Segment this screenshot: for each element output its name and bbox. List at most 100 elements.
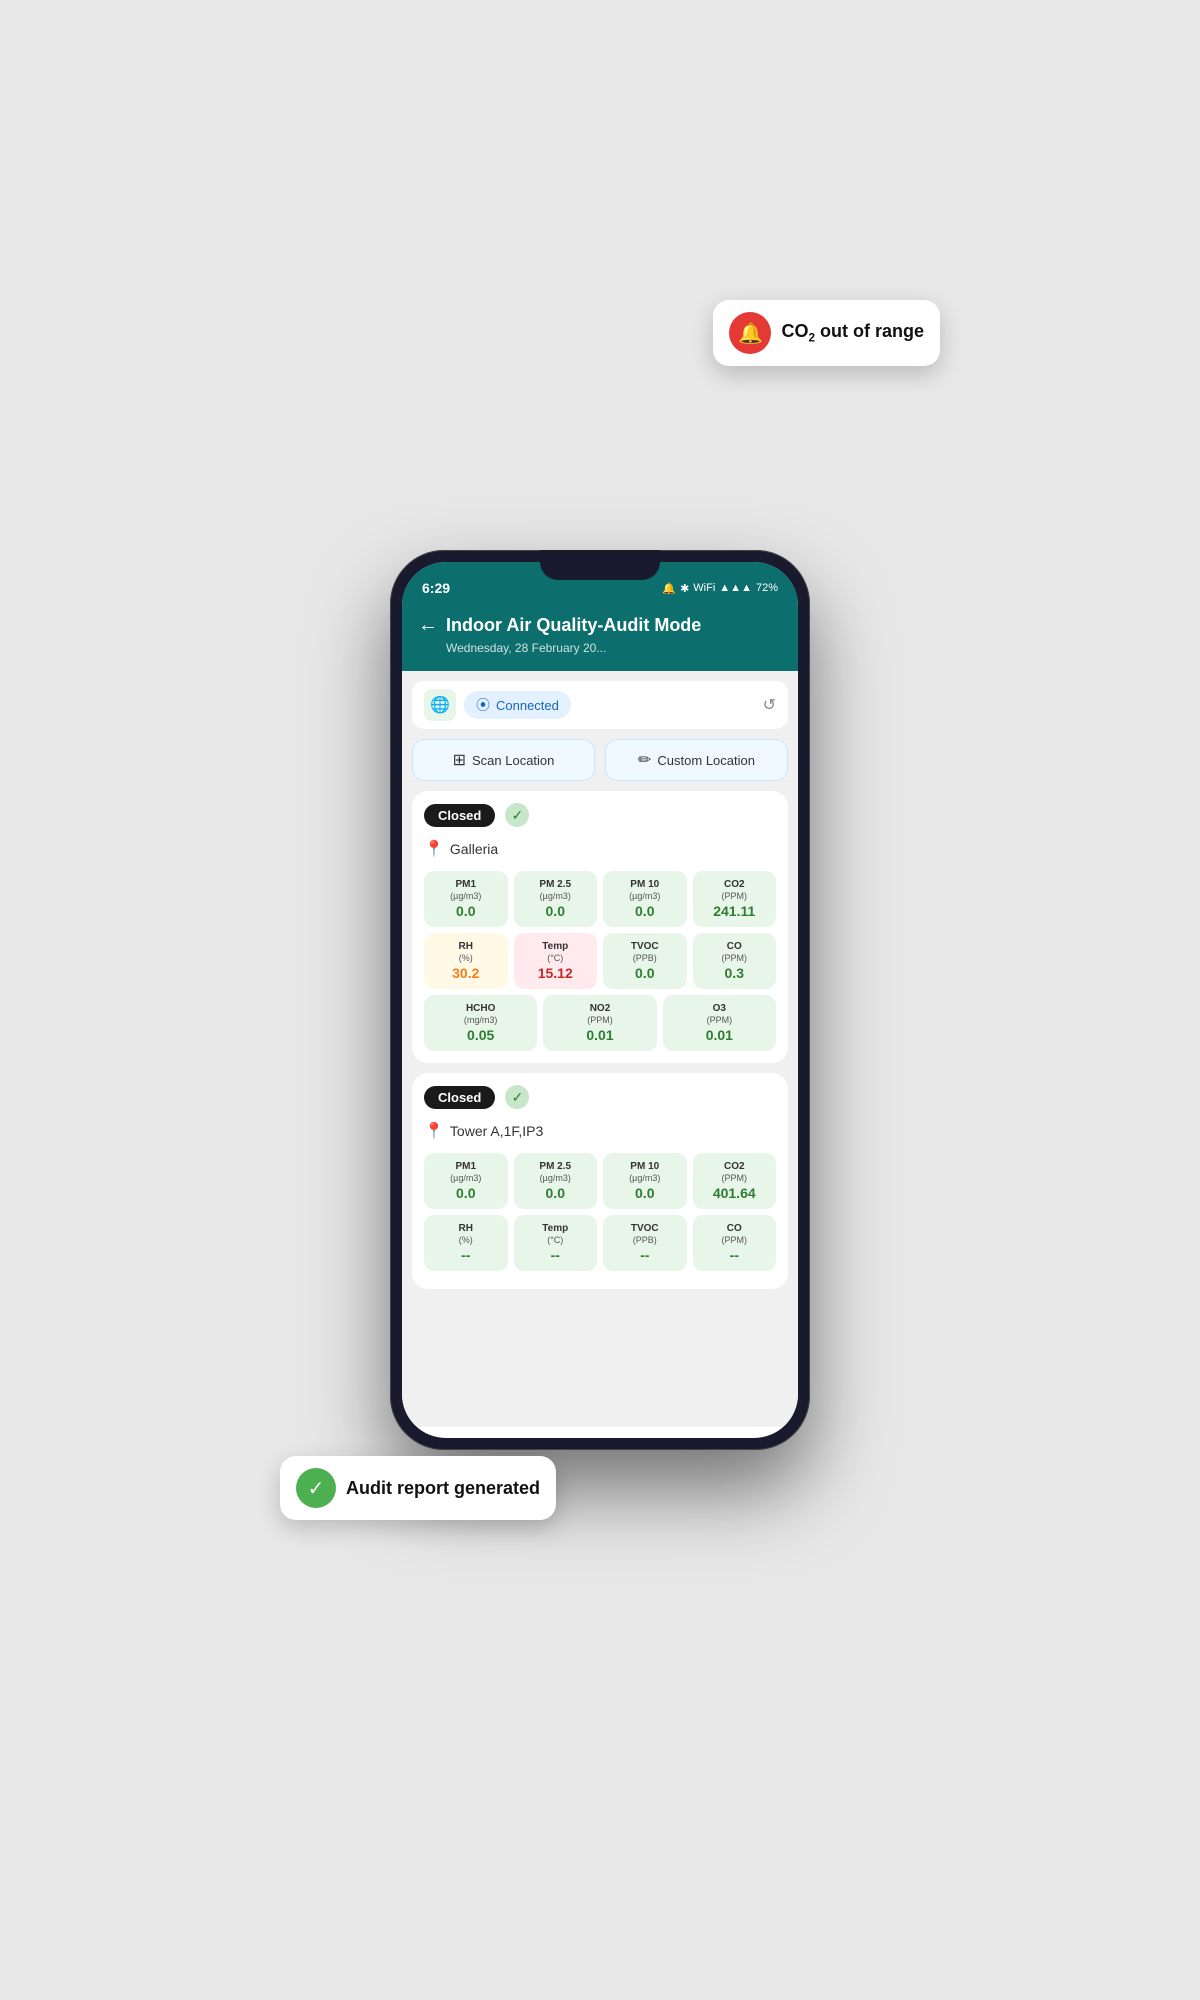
metric-co2: CO2 (PPM) 241.11	[693, 871, 777, 927]
metric-hcho-label: HCHO	[430, 1003, 531, 1015]
metric-pm1-value: 0.0	[430, 903, 502, 919]
metrics-row-3-galleria: HCHO (mg/m3) 0.05 NO2 (PPM) 0.01 O3 (PPM…	[424, 995, 776, 1051]
globe-icon: 🌐	[424, 689, 456, 721]
custom-location-button[interactable]: ✏ Custom Location	[605, 739, 788, 781]
metric-pm1-unit: (µg/m3)	[430, 891, 502, 901]
battery-icon: 72%	[756, 582, 778, 594]
metric-pm10-label: PM 10	[609, 879, 681, 891]
metric-co: CO (PPM) 0.3	[693, 933, 777, 989]
silent-icon: 🔔	[662, 582, 676, 595]
check-icon: ✓	[296, 1468, 336, 1508]
metrics-row-2-tower: RH (%) -- Temp (°C) -- TVOC (PPB) --	[424, 1215, 776, 1271]
location-header-tower: Closed ✓	[424, 1085, 776, 1109]
closed-badge-tower: Closed	[424, 1086, 495, 1109]
metric-pm25-unit: (µg/m3)	[520, 891, 592, 901]
metric-co-unit: (PPM)	[699, 953, 771, 963]
custom-location-label: Custom Location	[657, 753, 755, 768]
metric-co2-label: CO2	[699, 879, 771, 891]
check-circle-galleria: ✓	[505, 803, 529, 827]
bluetooth-badge: ⦿ Connected	[464, 691, 571, 719]
app-header: ← Indoor Air Quality-Audit Mode Wednesda…	[402, 606, 798, 671]
scan-location-label: Scan Location	[472, 753, 554, 768]
metric-pm10-unit: (µg/m3)	[609, 891, 681, 901]
metric-pm25: PM 2.5 (µg/m3) 0.0	[514, 871, 598, 927]
metric-o3-label: O3	[669, 1003, 770, 1015]
metric-o3: O3 (PPM) 0.01	[663, 995, 776, 1051]
metrics-row-2-galleria: RH (%) 30.2 Temp (°C) 15.12 TVOC (PPB)	[424, 933, 776, 989]
status-time: 6:29	[422, 580, 450, 596]
metric-no2: NO2 (PPM) 0.01	[543, 995, 656, 1051]
pencil-icon: ✏	[638, 750, 651, 770]
metric-tvoc-unit: (PPB)	[609, 953, 681, 963]
metric-pm10: PM 10 (µg/m3) 0.0	[603, 871, 687, 927]
metric-t-pm1: PM1 (µg/m3) 0.0	[424, 1153, 508, 1209]
location-name-galleria: 📍 Galleria	[424, 839, 776, 859]
metric-hcho-unit: (mg/m3)	[430, 1015, 531, 1025]
location-card-tower: Closed ✓ 📍 Tower A,1F,IP3 PM1 (µg/m3) 0.…	[412, 1073, 788, 1289]
closed-badge-galleria: Closed	[424, 804, 495, 827]
metric-hcho: HCHO (mg/m3) 0.05	[424, 995, 537, 1051]
metric-t-pm10: PM 10 (µg/m3) 0.0	[603, 1153, 687, 1209]
metric-temp-value: 15.12	[520, 965, 592, 981]
status-icons: 🔔 ✱ WiFi ▲▲▲ 72%	[662, 582, 778, 595]
metric-tvoc-value: 0.0	[609, 965, 681, 981]
location-name-tower: 📍 Tower A,1F,IP3	[424, 1121, 776, 1141]
metrics-row-1-tower: PM1 (µg/m3) 0.0 PM 2.5 (µg/m3) 0.0 PM 10…	[424, 1153, 776, 1209]
metric-t-co: CO (PPM) --	[693, 1215, 777, 1271]
metric-rh-unit: (%)	[430, 953, 502, 963]
header-date: Wednesday, 28 February 20...	[446, 641, 782, 655]
bluetooth-icon: ⦿	[476, 695, 490, 715]
qr-icon: ⊞	[453, 750, 466, 770]
check-circle-tower: ✓	[505, 1085, 529, 1109]
pin-icon-galleria: 📍	[424, 839, 444, 859]
metric-tvoc: TVOC (PPB) 0.0	[603, 933, 687, 989]
metric-no2-label: NO2	[549, 1003, 650, 1015]
metric-tvoc-label: TVOC	[609, 941, 681, 953]
metric-temp-unit: (°C)	[520, 953, 592, 963]
location-text-galleria: Galleria	[450, 841, 498, 857]
metric-rh-value: 30.2	[430, 965, 502, 981]
bluetooth-status-icon: ✱	[680, 582, 689, 595]
metric-rh: RH (%) 30.2	[424, 933, 508, 989]
location-text-tower: Tower A,1F,IP3	[450, 1123, 543, 1139]
co2-alert-tooltip: 🔔 CO2 out of range	[713, 300, 940, 366]
phone-notch	[540, 550, 660, 580]
location-card-galleria: Closed ✓ 📍 Galleria PM1 (µg/m3) 0.0	[412, 791, 788, 1063]
metric-temp-label: Temp	[520, 941, 592, 953]
connection-bar: 🌐 ⦿ Connected ↺	[412, 681, 788, 729]
metrics-row-1-galleria: PM1 (µg/m3) 0.0 PM 2.5 (µg/m3) 0.0 PM 10…	[424, 871, 776, 927]
metric-pm1: PM1 (µg/m3) 0.0	[424, 871, 508, 927]
metric-t-tvoc: TVOC (PPB) --	[603, 1215, 687, 1271]
wifi-icon: WiFi	[693, 582, 715, 594]
metric-no2-unit: (PPM)	[549, 1015, 650, 1025]
metric-o3-value: 0.01	[669, 1027, 770, 1043]
metric-t-temp: Temp (°C) --	[514, 1215, 598, 1271]
metric-pm10-value: 0.0	[609, 903, 681, 919]
metric-pm25-label: PM 2.5	[520, 879, 592, 891]
signal-icon: ▲▲▲	[719, 582, 752, 594]
back-button[interactable]: ←	[418, 614, 438, 637]
scan-buttons-row: ⊞ Scan Location ✏ Custom Location	[412, 739, 788, 781]
metric-o3-unit: (PPM)	[669, 1015, 770, 1025]
bell-icon: 🔔	[729, 312, 771, 354]
metric-no2-value: 0.01	[549, 1027, 650, 1043]
phone-frame: 6:29 🔔 ✱ WiFi ▲▲▲ 72% ← Indoor Air Quali…	[390, 550, 810, 1450]
connected-label: Connected	[496, 698, 559, 713]
audit-report-text: Audit report generated	[346, 1478, 540, 1499]
scan-location-button[interactable]: ⊞ Scan Location	[412, 739, 595, 781]
metric-t-pm25: PM 2.5 (µg/m3) 0.0	[514, 1153, 598, 1209]
metric-co2-unit: (PPM)	[699, 891, 771, 901]
metric-pm1-label: PM1	[430, 879, 502, 891]
metric-t-rh: RH (%) --	[424, 1215, 508, 1271]
metric-co-value: 0.3	[699, 965, 771, 981]
metric-co2-value: 241.11	[699, 903, 771, 919]
co2-alert-text: CO2 out of range	[781, 321, 924, 345]
refresh-icon[interactable]: ↺	[763, 695, 776, 715]
page-title: Indoor Air Quality-Audit Mode	[446, 615, 701, 636]
metric-hcho-value: 0.05	[430, 1027, 531, 1043]
metric-t-co2: CO2 (PPM) 401.64	[693, 1153, 777, 1209]
phone-screen: 6:29 🔔 ✱ WiFi ▲▲▲ 72% ← Indoor Air Quali…	[402, 562, 798, 1438]
metric-rh-label: RH	[430, 941, 502, 953]
scene: 🔔 CO2 out of range ✓ Audit report genera…	[340, 100, 860, 1900]
location-header-galleria: Closed ✓	[424, 803, 776, 827]
